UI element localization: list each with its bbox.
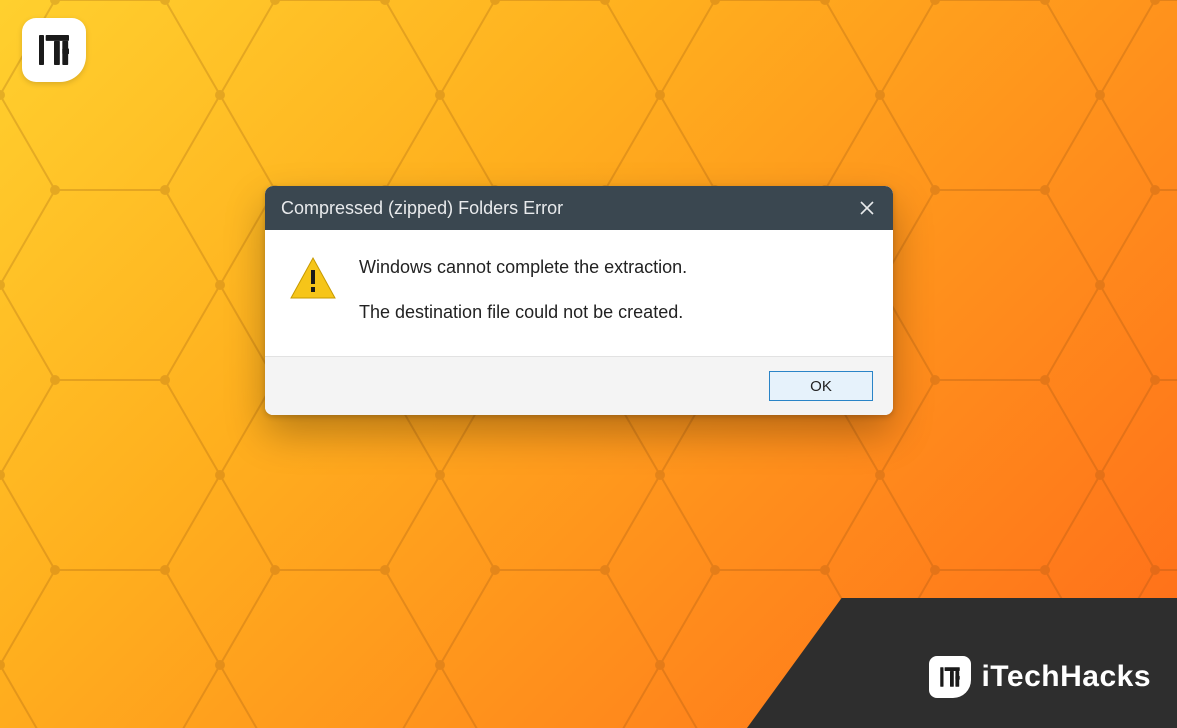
- brand-ribbon: iTechHacks: [747, 598, 1177, 728]
- brand-name: iTechHacks: [981, 660, 1151, 694]
- brand-mini-logo: [929, 656, 971, 698]
- warning-icon: [289, 256, 337, 300]
- close-icon: [860, 201, 874, 215]
- message-line-2: The destination file could not be create…: [359, 299, 687, 326]
- ok-button[interactable]: OK: [769, 371, 873, 401]
- dialog-message: Windows cannot complete the extraction. …: [359, 254, 687, 326]
- dialog-title: Compressed (zipped) Folders Error: [281, 198, 563, 219]
- itechhacks-logo-icon: [34, 30, 74, 70]
- close-button[interactable]: [841, 186, 893, 230]
- page-background: Compressed (zipped) Folders Error Window…: [0, 0, 1177, 728]
- dialog-body: Windows cannot complete the extraction. …: [265, 230, 893, 356]
- dialog-titlebar[interactable]: Compressed (zipped) Folders Error: [265, 186, 893, 230]
- message-line-1: Windows cannot complete the extraction.: [359, 254, 687, 281]
- site-logo-badge: [22, 18, 86, 82]
- error-dialog: Compressed (zipped) Folders Error Window…: [265, 186, 893, 415]
- dialog-footer: OK: [265, 356, 893, 415]
- itechhacks-logo-icon: [937, 664, 963, 690]
